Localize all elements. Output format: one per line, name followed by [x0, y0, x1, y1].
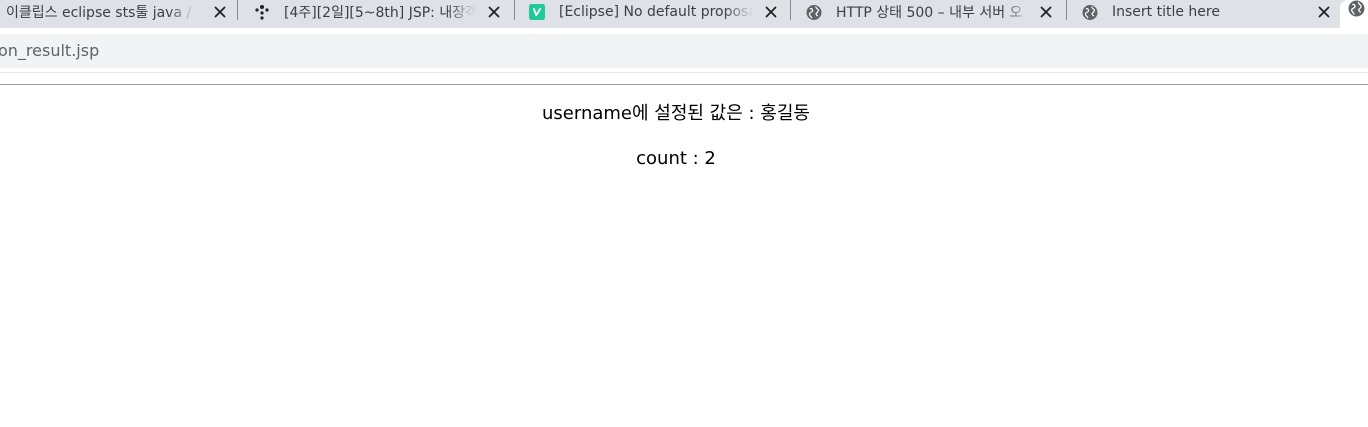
address-bar[interactable]: on_result.jsp [0, 34, 1368, 68]
tab-title: [4주][2일][5~8th] JSP: 내장객 [284, 5, 476, 21]
tab-http-500[interactable]: HTTP 상태 500 – 내부 서버 오 [806, 0, 1056, 24]
tab-insert-title[interactable]: Insert title here [1082, 0, 1334, 24]
tab-separator [1066, 0, 1067, 20]
tab-title: 이클립스 eclipse sts툴 java / [6, 5, 192, 21]
globe-icon [806, 4, 822, 20]
page-content: username에 설정된 값은 : 홍길동 count : 2 [0, 85, 1368, 427]
tab-eclipse-proposal[interactable]: [Eclipse] No default proposa [529, 0, 781, 24]
velog-v-icon [529, 4, 545, 20]
tab-title: HTTP 상태 500 – 내부 서버 오 [836, 5, 1023, 21]
address-url[interactable]: on_result.jsp [0, 41, 99, 60]
toolbar-divider [0, 72, 1368, 73]
tab-eclipse-sts[interactable]: 이클립스 eclipse sts툴 java / [6, 0, 230, 24]
globe-icon [1082, 4, 1098, 20]
tab-separator [790, 0, 791, 20]
tab-title: Insert title here [1112, 4, 1220, 20]
close-icon[interactable] [761, 2, 781, 22]
close-icon[interactable] [1036, 2, 1056, 22]
tab-active[interactable] [1340, 0, 1368, 28]
count-text: count : 2 [636, 148, 716, 169]
close-icon[interactable] [210, 2, 230, 22]
tab-separator [237, 0, 238, 20]
browser-toolbar: on_result.jsp [0, 28, 1368, 72]
close-icon[interactable] [1314, 2, 1334, 22]
tab-strip: 이클립스 eclipse sts툴 java / [4주][2일][5~8th]… [0, 0, 1368, 28]
globe-icon [1348, 0, 1365, 17]
dots-icon [254, 4, 270, 20]
tab-title: [Eclipse] No default proposa [559, 4, 753, 20]
username-result-text: username에 설정된 값은 : 홍길동 [542, 103, 810, 124]
tab-separator [514, 0, 515, 20]
close-icon[interactable] [484, 2, 504, 22]
tab-jsp-lecture[interactable]: [4주][2일][5~8th] JSP: 내장객 [254, 0, 504, 24]
